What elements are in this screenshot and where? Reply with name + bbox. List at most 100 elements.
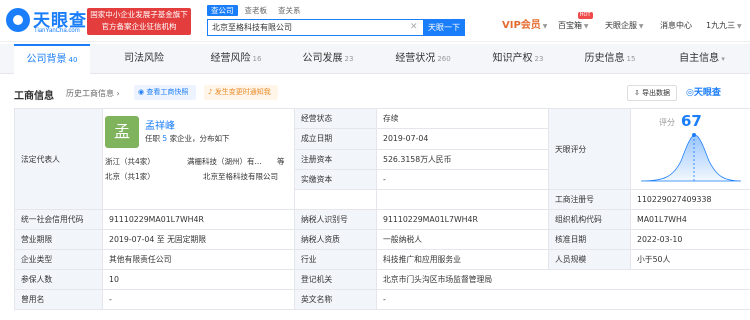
staff-value: 小于50人 xyxy=(630,249,750,270)
chevron-down-icon: ▼ xyxy=(540,23,548,30)
org-code-value: MA01L7WH4 xyxy=(630,209,750,230)
tab-label: 自主信息 xyxy=(679,53,720,64)
table-row: 统一社会信用代码 91110229MA01L7WH4R 纳税人识别号 91110… xyxy=(14,209,750,230)
reg-no-label: 工商注册号 xyxy=(548,189,631,210)
tab-company-background[interactable]: 公司背景 40 xyxy=(14,44,90,74)
tab-operating-status[interactable]: 经营状况 260 xyxy=(382,44,464,74)
history-link-label: 历史工商信息 xyxy=(66,89,114,98)
org-code-label: 组织机构代码 xyxy=(548,209,631,230)
region-beijing: 北京（共1家） xyxy=(105,172,155,181)
legal-rep-name[interactable]: 孟祥峰 xyxy=(145,117,175,132)
top-header: 天眼查 TianYanCha.com 国家中小企业发展子基金旗下 官方备案企业征… xyxy=(0,0,750,42)
business-info-table: 法定代表人 孟 孟祥峰 任职 5 家企业，分布如下 浙江（共4家） 满栅科技（湖… xyxy=(14,107,750,310)
logo-subtext: TianYanCha.com xyxy=(34,28,80,34)
tab-label: 经营风险 xyxy=(210,53,251,64)
tab-count: 16 xyxy=(252,55,262,63)
clear-icon[interactable]: ✕ xyxy=(410,19,422,36)
status-label: 经营状态 xyxy=(294,107,377,130)
tab-business-risk[interactable]: 经营风险 16 xyxy=(198,44,274,74)
hot-badge: HOT xyxy=(577,12,593,19)
score-value: 67 xyxy=(681,112,702,130)
reg-no-value: 110229027409338 xyxy=(630,189,750,210)
tab-company-development[interactable]: 公司发展 23 xyxy=(290,44,366,74)
view-snapshot-label: 查看工商快照 xyxy=(146,88,189,96)
notify-change-label: 发生变更时通知我 xyxy=(214,88,271,96)
search-tab-boss[interactable]: 查老板 xyxy=(241,5,272,16)
table-row: 企业类型 其他有限责任公司 行业 科技推广和应用服务业 人员规模 小于50人 xyxy=(14,249,750,270)
message-center-link[interactable]: 消息中心 xyxy=(660,19,692,33)
established-value: 2019-07-04 xyxy=(376,128,549,150)
search-input[interactable]: 北京至格科技有限公司 xyxy=(207,19,423,36)
tab-intellectual-property[interactable]: 知识产权 23 xyxy=(480,44,556,74)
user-name: 1九九三 xyxy=(706,21,736,30)
tab-judicial-risk[interactable]: 司法风险 xyxy=(106,44,182,74)
tab-label: 公司发展 xyxy=(302,53,343,64)
status-value: 存续 xyxy=(376,107,549,130)
section-title: 工商信息 xyxy=(14,91,54,102)
insured-value: 10 xyxy=(102,269,295,290)
authority-label: 登记机关 xyxy=(294,269,377,290)
industry-value: 科技推广和应用服务业 xyxy=(376,249,549,270)
brand-watermark-text: 天眼查 xyxy=(693,88,721,98)
taxpayer-id-label: 纳税人识别号 xyxy=(294,209,377,230)
paid-capital-value: - xyxy=(376,168,549,191)
company-link[interactable]: 满栅科技（湖州）有... xyxy=(187,156,262,167)
established-label: 成立日期 xyxy=(294,128,377,150)
enterprise-service-label: 天眼企服 xyxy=(605,21,637,30)
approval-date-value: 2022-03-10 xyxy=(630,229,750,250)
company-link[interactable]: 北京至格科技有限公司 xyxy=(203,171,278,182)
logo-icon[interactable] xyxy=(6,8,30,32)
insured-label: 参保人数 xyxy=(14,269,103,290)
english-name-value: - xyxy=(376,289,750,310)
capital-label: 注册资本 xyxy=(294,148,377,170)
table-row: 法定代表人 孟 孟祥峰 任职 5 家企业，分布如下 浙江（共4家） 满栅科技（湖… xyxy=(14,107,750,210)
english-name-label: 英文名称 xyxy=(294,289,377,310)
approval-date-label: 核准日期 xyxy=(548,229,631,250)
search-tab-company[interactable]: 查公司 xyxy=(207,5,238,16)
section-header: 工商信息 历史工商信息 › ◉ 查看工商快照 ♪ 发生变更时通知我 ⇩ 导出数据… xyxy=(0,80,750,108)
section-tabs: 公司背景 40 司法风险 经营风险 16 公司发展 23 经营状况 260 知识产权 23… xyxy=(0,44,750,74)
legal-rep-card: 孟 孟祥峰 任职 5 家企业，分布如下 浙江（共4家） 满栅科技（湖州）有...… xyxy=(104,110,294,209)
tab-self-info[interactable]: 自主信息 ▾ xyxy=(664,44,740,74)
tab-count: 40 xyxy=(68,56,78,64)
former-name-value: - xyxy=(102,289,295,310)
distribution-area xyxy=(640,134,742,182)
term-label: 营业期限 xyxy=(14,229,103,250)
search-type-tabs: 查公司 查老板 查关系 xyxy=(207,5,308,17)
term-value: 2019-07-04 至 无固定期限 xyxy=(102,229,295,250)
chevron-down-icon: ▼ xyxy=(735,23,742,30)
export-data-button[interactable]: ⇩ 导出数据 xyxy=(627,85,677,101)
export-data-label: 导出数据 xyxy=(642,89,671,97)
bell-icon: ♪ xyxy=(208,88,215,96)
notify-change-button[interactable]: ♪ 发生变更时通知我 xyxy=(204,85,278,100)
enterprise-service-menu[interactable]: 天眼企服 ▼ xyxy=(605,19,644,33)
paid-capital-spacer-value xyxy=(376,189,549,210)
vip-label: VIP会员 xyxy=(502,20,541,31)
type-label: 企业类型 xyxy=(14,249,103,270)
search-button[interactable]: 天眼一下 xyxy=(423,19,465,36)
tab-label: 公司背景 xyxy=(26,54,67,65)
user-menu[interactable]: 1九九三 ▼ xyxy=(706,19,742,33)
legal-rep-label: 法定代表人 xyxy=(14,108,103,210)
tab-history-info[interactable]: 历史信息 15 xyxy=(572,44,648,74)
paid-capital-spacer xyxy=(294,189,377,210)
taxpayer-qual-label: 纳税人资质 xyxy=(294,229,377,250)
toolbox-menu[interactable]: 百宝箱 ▼ HOT xyxy=(558,12,593,33)
summary-suffix: 家企业，分布如下 xyxy=(169,134,230,143)
tab-count: 23 xyxy=(344,55,354,63)
logo-icon: ◎ xyxy=(686,88,694,98)
search-tab-relation[interactable]: 查关系 xyxy=(274,5,305,16)
legal-rep-cell: 孟 孟祥峰 任职 5 家企业，分布如下 浙江（共4家） 满栅科技（湖州）有...… xyxy=(102,108,295,210)
avatar[interactable]: 孟 xyxy=(105,116,139,148)
summary-count[interactable]: 5 xyxy=(162,134,167,143)
tab-count: 23 xyxy=(534,55,544,63)
staff-label: 人员规模 xyxy=(548,249,631,270)
history-link[interactable]: 历史工商信息 › xyxy=(66,88,120,99)
industry-label: 行业 xyxy=(294,249,377,270)
score-label: 评分 xyxy=(659,118,675,127)
score-widget[interactable]: 评分 67 xyxy=(632,110,750,189)
view-snapshot-button[interactable]: ◉ 查看工商快照 xyxy=(134,85,196,100)
taxpayer-id-value: 91110229MA01L7WH4R xyxy=(376,209,549,230)
vip-menu[interactable]: VIP会员 ▼ xyxy=(502,19,547,33)
credit-code-label: 统一社会信用代码 xyxy=(14,209,103,230)
